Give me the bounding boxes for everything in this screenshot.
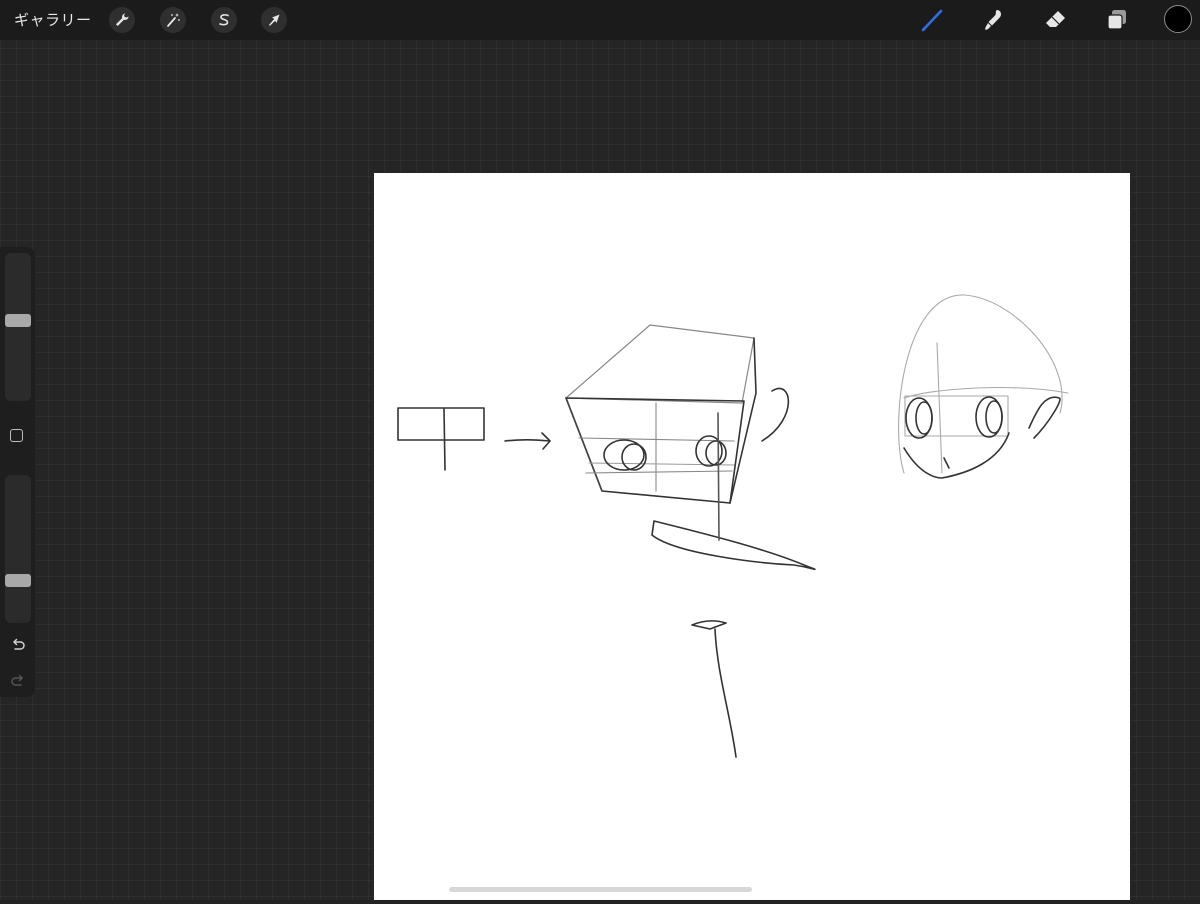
redo-button[interactable] <box>8 671 28 691</box>
adjustments-button[interactable] <box>160 7 186 33</box>
brush-size-slider[interactable] <box>5 253 31 401</box>
layers-button[interactable] <box>1103 6 1131 34</box>
eraser-tool-button[interactable] <box>1042 6 1070 34</box>
top-toolbar: ギャラリー <box>0 0 1200 40</box>
smudge-tool-button[interactable] <box>980 6 1008 34</box>
neck-sketch <box>691 620 737 758</box>
layers-icon <box>1107 10 1126 30</box>
left-sidebar <box>0 247 35 697</box>
opacity-slider-thumb[interactable] <box>5 574 31 588</box>
arrow-cursor-icon <box>269 14 280 26</box>
arrow-sketch <box>504 432 551 450</box>
cube-head-sketch <box>565 324 816 571</box>
wrench-icon <box>116 13 129 26</box>
magic-wand-icon <box>167 13 180 27</box>
redo-icon <box>11 674 23 686</box>
brush-size-slider-thumb[interactable] <box>5 314 31 328</box>
sketch-drawing <box>397 294 1069 758</box>
anime-head-sketch <box>898 294 1069 479</box>
brush-icon <box>921 9 943 32</box>
undo-button[interactable] <box>8 635 28 655</box>
transform-button[interactable] <box>261 7 287 33</box>
drawing-canvas[interactable] <box>374 173 1130 900</box>
undo-icon <box>13 638 25 650</box>
opacity-slider[interactable] <box>5 475 31 623</box>
actions-button[interactable] <box>109 7 135 33</box>
selection-s-icon <box>219 14 229 26</box>
smudge-icon <box>984 10 1001 30</box>
cross-diagram <box>397 407 485 471</box>
gallery-button[interactable]: ギャラリー <box>14 9 92 30</box>
home-indicator <box>449 887 752 892</box>
color-picker-button[interactable] <box>1164 5 1192 33</box>
modify-button[interactable] <box>10 429 23 442</box>
paint-tool-button[interactable] <box>918 6 946 34</box>
eraser-icon <box>1046 11 1065 27</box>
selection-button[interactable] <box>211 7 237 33</box>
